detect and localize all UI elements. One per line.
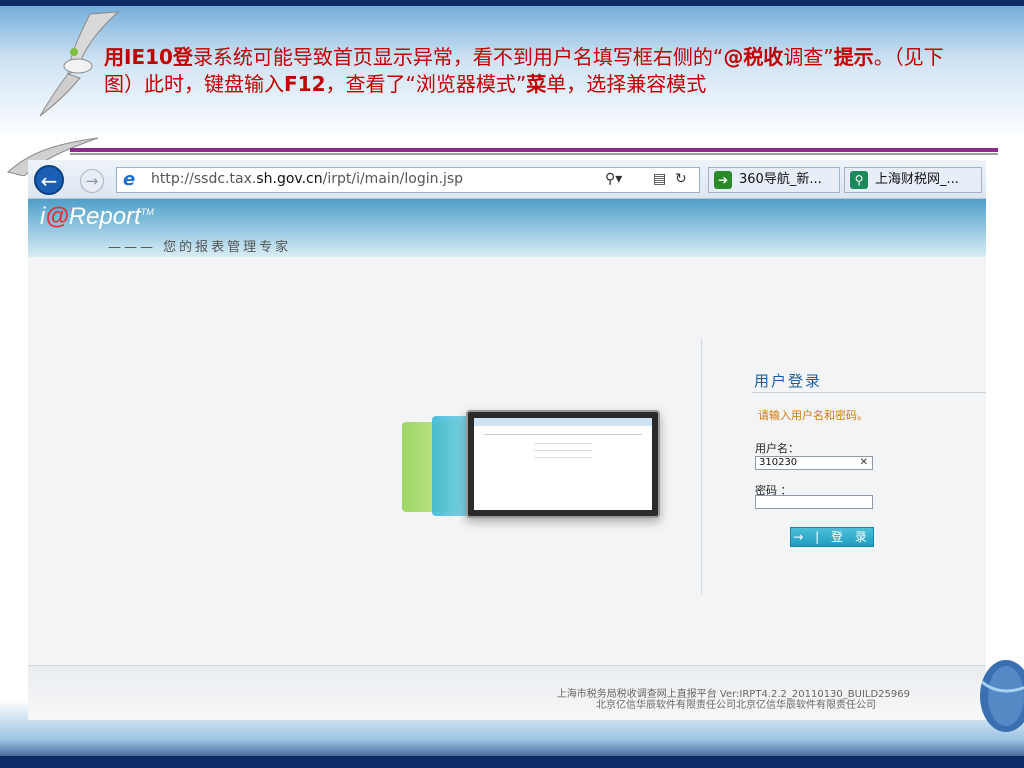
search-icon[interactable]: ⚲▾ <box>605 171 622 187</box>
product-illustration <box>402 404 662 524</box>
top-band <box>0 0 1024 6</box>
login-button[interactable]: → | 登 录 <box>790 527 874 547</box>
divider <box>70 148 998 152</box>
search-page-icon: ⚲ <box>850 171 868 189</box>
browser-toolbar: ← → e http://ssdc.tax.sh.gov.cn/irpt/i/m… <box>28 160 986 199</box>
instruction-segment: 用IE10登 <box>104 45 193 69</box>
instruction-segment: 录系统可能导致首页显示异常，看不到用户名填写框右侧的“ <box>192 45 724 69</box>
password-input[interactable] <box>755 495 873 509</box>
login-title: 用户登录 <box>754 372 823 390</box>
footer-company: 北京亿信华辰软件有限责任公司北京亿信华辰软件有限责任公司 <box>596 700 876 711</box>
bottom-band <box>0 756 1024 768</box>
username-input[interactable]: 310230 ✕ <box>755 456 873 470</box>
back-button[interactable]: ← <box>34 165 64 195</box>
instruction-segment: 调查” <box>783 45 834 69</box>
instruction-segment: @税收 <box>723 45 784 69</box>
refresh-icon[interactable]: ↻ <box>675 171 687 187</box>
clear-icon[interactable]: ✕ <box>860 457 868 469</box>
url-text: http://ssdc.tax.sh.gov.cn/irpt/i/main/lo… <box>151 171 464 187</box>
tab-360-nav[interactable]: ➔ 360导航_新... <box>708 167 840 193</box>
address-bar[interactable]: e http://ssdc.tax.sh.gov.cn/irpt/i/main/… <box>116 167 700 193</box>
divider <box>752 392 986 393</box>
instruction-segment: 菜 <box>526 72 547 96</box>
compatibility-view-icon[interactable]: ▤ <box>653 171 666 187</box>
page-footer: 上海市税务局税收调查网上直报平台 Ver:IRPT4.2.2_20110130_… <box>28 665 986 720</box>
instruction-segment: ，查看了“浏览器模式” <box>325 72 527 96</box>
login-hint: 请输入用户名和密码。 <box>758 409 868 422</box>
logo: i@ReportTM <box>40 203 154 230</box>
slogan: ——— 您的报表管理专家 <box>108 240 292 255</box>
divider <box>70 153 998 155</box>
tab-shanghai-tax[interactable]: ⚲ 上海财税网_... <box>844 167 982 193</box>
username-label: 用户名： <box>755 442 799 455</box>
browser-screenshot: ← → e http://ssdc.tax.sh.gov.cn/irpt/i/m… <box>28 160 986 720</box>
360-icon: ➔ <box>714 171 732 189</box>
instruction-segment: 提示 <box>833 45 874 69</box>
forward-button[interactable]: → <box>80 169 104 193</box>
divider <box>701 338 702 594</box>
instruction-segment: F12 <box>284 72 326 96</box>
ie-icon: e <box>123 169 136 190</box>
instruction-text: 用IE10登录系统可能导致首页显示异常，看不到用户名填写框右侧的“@税收调查”提… <box>104 44 964 98</box>
globe-icon <box>980 660 1024 732</box>
instruction-segment: 单，选择兼容模式 <box>546 72 707 96</box>
